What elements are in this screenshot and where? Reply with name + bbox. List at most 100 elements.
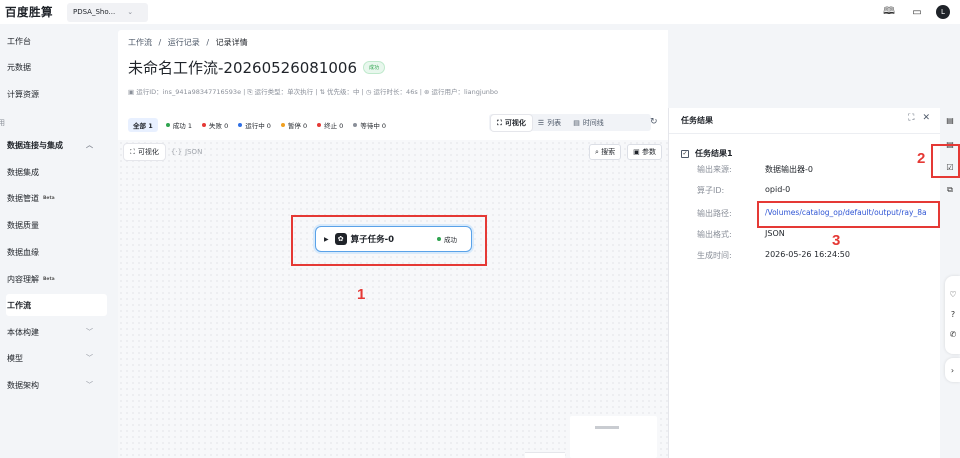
filter-label: 暂停 0 bbox=[287, 122, 308, 130]
chevron-down-icon: ﹀ bbox=[86, 354, 93, 362]
status-dot bbox=[280, 123, 285, 127]
chevron-down-icon: ﹀ bbox=[86, 381, 93, 389]
filter-terminated[interactable]: 终止 0 bbox=[317, 120, 343, 130]
sidebar-item-data-architecture[interactable]: 数据架构 ﹀ bbox=[6, 374, 107, 396]
sidebar-cut-label: 用 bbox=[0, 119, 5, 127]
result-row-format: 输出格式: JSON bbox=[697, 229, 785, 240]
chevron-right-icon: › bbox=[950, 365, 955, 375]
sidebar-item-data-integration[interactable]: 数据集成 bbox=[6, 161, 107, 183]
row-key: 输出来源: bbox=[697, 165, 732, 174]
tab-label: 可视化 bbox=[137, 148, 159, 156]
params-button[interactable]: ▣ 参数 bbox=[627, 144, 662, 160]
checkbox-list-icon[interactable]: ☑ bbox=[944, 161, 956, 173]
sidebar-item-label: 工作台 bbox=[7, 36, 31, 46]
params-icon: ▣ bbox=[633, 148, 642, 156]
sidebar-item-workbench[interactable]: 工作台 bbox=[6, 30, 107, 52]
main-content: 工作流 / 运行记录 / 记录详情 未命名工作流-20260526081006 … bbox=[118, 30, 668, 458]
sidebar-item-label: 元数据 bbox=[7, 62, 31, 72]
tab-visual[interactable]: ⛶ 可视化 bbox=[491, 115, 532, 131]
sidebar-item-data-pipeline[interactable]: 数据管道 Beta bbox=[6, 187, 107, 209]
annotation-number-2: 2 bbox=[917, 150, 926, 167]
filter-label: 失败 0 bbox=[209, 122, 229, 130]
filter-paused[interactable]: 暂停 0 bbox=[280, 120, 308, 130]
document-icon[interactable]: ▤ bbox=[944, 114, 956, 126]
status-filters: 全部 1 成功 1 失败 0 运行中 0 暂停 0 终止 0 等待中 0 bbox=[128, 118, 396, 132]
view-switcher-tabs: ⛶ 可视化 ☰ 列表 ▤ 时间线 bbox=[491, 115, 610, 131]
wallet-icon[interactable]: ▭ bbox=[908, 3, 926, 21]
page-title-text: 未命名工作流-20260526081006 bbox=[128, 59, 358, 77]
sidebar-item-label: 内容理解 bbox=[7, 274, 39, 284]
breadcrumb-workflow[interactable]: 工作流 bbox=[128, 38, 152, 47]
sidebar-item-content-understanding[interactable]: 内容理解 Beta bbox=[6, 268, 107, 290]
breadcrumb-record-detail: 记录详情 bbox=[215, 38, 248, 47]
sidebar-item-data-quality[interactable]: 数据质量 bbox=[6, 214, 107, 236]
collapse-toggle[interactable]: › bbox=[945, 358, 960, 382]
filter-all[interactable]: 全部 1 bbox=[128, 118, 158, 132]
sidebar-item-label: 数据架构 bbox=[7, 380, 39, 390]
breadcrumb: 工作流 / 运行记录 / 记录详情 bbox=[128, 37, 248, 48]
workspace-selector[interactable]: PDSA_Sho... ⌄ bbox=[67, 2, 148, 22]
tab-label: 可视化 bbox=[504, 119, 526, 127]
breadcrumb-separator: / bbox=[206, 38, 210, 47]
book-icon[interactable]: 🕮 bbox=[880, 3, 898, 21]
result-row-operator-id: 算子ID: opid-0 bbox=[697, 185, 790, 196]
tab-canvas-json[interactable]: {·} JSON bbox=[165, 144, 208, 160]
sidebar-item-workflow[interactable]: 工作流 bbox=[6, 294, 107, 316]
annotation-number-1: 1 bbox=[357, 286, 366, 303]
copy-icon[interactable]: ⧉ bbox=[944, 184, 956, 196]
sidebar-item-label: 本体构建 bbox=[7, 327, 39, 337]
row-value: opid-0 bbox=[765, 185, 791, 194]
sidebar-item-compute[interactable]: 计算资源 bbox=[6, 83, 107, 105]
sidebar-item-label: 数据血缘 bbox=[7, 247, 39, 257]
annotation-number-3: 3 bbox=[832, 232, 841, 249]
close-icon[interactable]: ✕ bbox=[922, 113, 930, 123]
top-bar: 百度胜算 PDSA_Sho... ⌄ 🕮 ▭ L bbox=[0, 0, 960, 24]
search-button[interactable]: ⌕ 搜索 bbox=[589, 144, 622, 160]
output-path-link[interactable]: /Volumes/catalog_op/default/output/ray_8… bbox=[765, 208, 927, 219]
beta-badge: Beta bbox=[43, 195, 55, 201]
minimap[interactable] bbox=[570, 416, 657, 458]
breadcrumb-run-records[interactable]: 运行记录 bbox=[168, 38, 200, 47]
result-row-source: 输出来源: 数据输出器-0 bbox=[697, 164, 813, 175]
tab-canvas-visual[interactable]: ⛶ 可视化 bbox=[124, 144, 165, 160]
visual-icon: ⛶ bbox=[497, 118, 502, 127]
canvas-controls[interactable] bbox=[525, 452, 565, 458]
node-label: 算子任务-0 bbox=[350, 235, 395, 245]
minimap-viewport bbox=[595, 426, 619, 429]
avatar[interactable]: L bbox=[936, 5, 950, 19]
filter-waiting[interactable]: 等待中 0 bbox=[353, 120, 386, 130]
fullscreen-icon[interactable]: ⛶ bbox=[908, 113, 914, 123]
filter-success[interactable]: 成功 1 bbox=[165, 120, 192, 130]
result-title: 任务结果1 bbox=[695, 149, 733, 158]
app-logo[interactable]: 百度胜算 bbox=[5, 4, 53, 20]
filter-running[interactable]: 运行中 0 bbox=[238, 120, 271, 130]
sidebar-item-data-lineage[interactable]: 数据血缘 bbox=[6, 241, 107, 263]
row-value: 数据输出器-0 bbox=[765, 165, 813, 174]
document-icon[interactable]: ▤ bbox=[944, 138, 956, 150]
filter-label: 终止 0 bbox=[324, 122, 344, 130]
expand-triangle-icon[interactable]: ▶ bbox=[324, 236, 329, 243]
filter-failed[interactable]: 失败 0 bbox=[202, 120, 228, 130]
button-label: 参数 bbox=[642, 148, 656, 156]
sidebar-item-ontology[interactable]: 本体构建 ﹀ bbox=[6, 321, 107, 343]
canvas-mode-tabs: ⛶ 可视化 {·} JSON bbox=[124, 144, 208, 160]
checkbox-icon[interactable]: ✓ bbox=[681, 149, 689, 158]
tab-list[interactable]: ☰ 列表 bbox=[532, 115, 567, 131]
phone-icon[interactable]: ✆ bbox=[947, 328, 959, 340]
heart-icon[interactable]: ♡ bbox=[947, 288, 959, 300]
list-icon: ☰ bbox=[537, 119, 545, 127]
row-key: 输出路径: bbox=[697, 209, 732, 218]
result-row-time: 生成时间: 2026-05-26 16:24:50 bbox=[697, 250, 850, 261]
sidebar-group-data-integration[interactable]: 数据连接与集成 ︿ bbox=[6, 134, 107, 156]
operator-node[interactable]: ▶ ✿ 算子任务-0 成功 bbox=[315, 226, 472, 252]
breadcrumb-separator: / bbox=[158, 38, 162, 47]
sidebar-item-metadata[interactable]: 元数据 bbox=[6, 56, 107, 78]
sidebar-item-model[interactable]: 模型 ﹀ bbox=[6, 347, 107, 369]
workflow-canvas[interactable]: ⛶ 可视化 {·} JSON ⌕ 搜索 ▣ 参数 ▶ ✿ 算子任务-0 成功 bbox=[118, 140, 668, 458]
refresh-icon[interactable]: ↻ bbox=[650, 117, 658, 127]
tab-timeline[interactable]: ▤ 时间线 bbox=[567, 115, 610, 131]
chevron-down-icon: ⌄ bbox=[127, 8, 134, 16]
status-dot bbox=[317, 123, 322, 127]
help-icon[interactable]: ? bbox=[947, 308, 959, 320]
row-value: 2026-05-26 16:24:50 bbox=[765, 250, 850, 259]
